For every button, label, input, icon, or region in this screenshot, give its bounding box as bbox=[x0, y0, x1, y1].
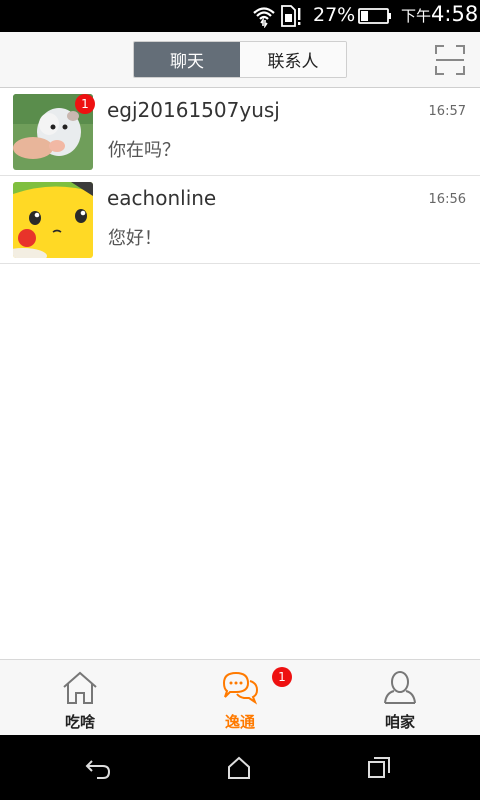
chat-item[interactable]: 1 egj20161507yusj 你在吗？ 16:57 bbox=[0, 88, 480, 176]
home-icon bbox=[63, 671, 97, 704]
tab-messages[interactable]: 逸通 bbox=[160, 660, 320, 735]
tab-chat[interactable]: 聊天 bbox=[134, 42, 240, 77]
unread-badge: 1 bbox=[272, 667, 292, 687]
battery-icon bbox=[358, 8, 391, 24]
wifi-icon bbox=[253, 7, 275, 28]
recent-apps-icon[interactable] bbox=[364, 753, 394, 783]
tab-label: 咱家 bbox=[384, 713, 415, 731]
status-bar: 27% 下午4:58 bbox=[0, 0, 480, 32]
tab-label: 逸通 bbox=[224, 713, 255, 731]
tab-contacts[interactable]: 联系人 bbox=[240, 42, 346, 77]
chat-name: egj20161507yusj bbox=[107, 98, 280, 122]
header: 聊天 联系人 bbox=[0, 32, 480, 88]
battery-percent: 27% bbox=[313, 4, 356, 26]
time-prefix: 下午 bbox=[401, 7, 432, 25]
chat-item[interactable]: eachonline 您好！ 16:56 bbox=[0, 176, 480, 264]
segmented-control: 聊天 联系人 bbox=[133, 41, 347, 78]
back-icon[interactable] bbox=[83, 753, 113, 783]
chat-list: 1 egj20161507yusj 你在吗？ 16:57 eachonline … bbox=[0, 88, 480, 264]
chat-message: 你在吗？ bbox=[108, 140, 180, 161]
bottom-tab-bar: 吃啥 逸通 咱家 1 bbox=[0, 659, 480, 735]
pikachu-avatar bbox=[13, 182, 93, 258]
person-icon bbox=[384, 671, 416, 704]
navigation-bar bbox=[0, 735, 480, 800]
tab-label: 吃啥 bbox=[64, 713, 95, 731]
unread-badge: 1 bbox=[75, 94, 95, 114]
tab-home-profile[interactable]: 咱家 bbox=[320, 660, 480, 735]
sim-alert-icon bbox=[281, 5, 301, 27]
chat-bubbles-icon bbox=[222, 671, 259, 705]
chat-name: eachonline bbox=[107, 186, 217, 210]
home-nav-icon[interactable] bbox=[224, 753, 254, 783]
time: 4:58 bbox=[431, 2, 479, 26]
clock: 下午4:58 bbox=[401, 2, 478, 26]
chat-message: 您好！ bbox=[108, 228, 162, 249]
chat-time: 16:57 bbox=[428, 104, 466, 119]
scan-icon[interactable] bbox=[434, 44, 466, 76]
chat-time: 16:56 bbox=[428, 192, 466, 207]
tab-eat[interactable]: 吃啥 bbox=[0, 660, 160, 735]
